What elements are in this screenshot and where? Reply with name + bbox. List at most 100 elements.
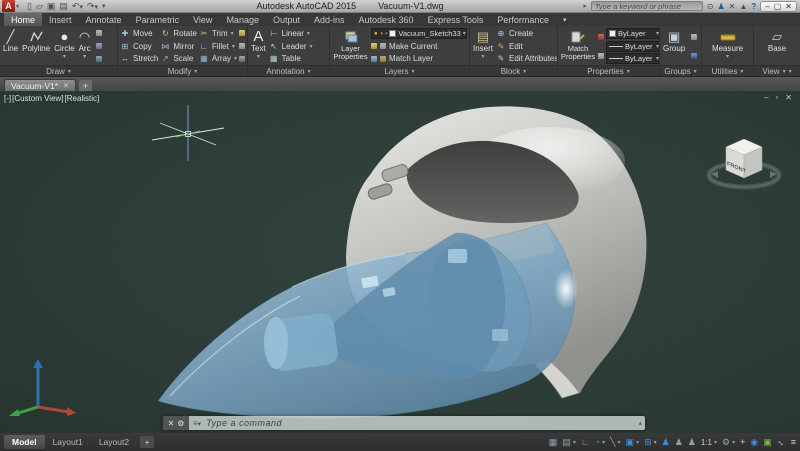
drawing-minimize-icon[interactable]: – <box>764 93 768 102</box>
circle-button[interactable]: ● Circle▾ <box>53 27 75 65</box>
trim-button[interactable]: ✂Trim ▾ <box>199 28 237 39</box>
move-button[interactable]: ✚Move <box>120 28 158 39</box>
visual-style-control[interactable]: [Realistic] <box>65 94 100 103</box>
panel-overflow-caret-icon[interactable]: ▾ <box>789 68 792 75</box>
drawing-restore-icon[interactable]: ▫ <box>775 93 778 102</box>
panel-label-utilities[interactable]: Utilities▾ <box>702 65 753 76</box>
open-folder-icon[interactable]: ▱ <box>36 1 43 12</box>
chevron-down-icon[interactable]: ▾ <box>656 43 659 50</box>
chevron-down-icon[interactable]: ▾ <box>573 439 576 446</box>
chevron-down-icon[interactable]: ▾ <box>307 30 310 37</box>
tab-output[interactable]: Output <box>266 13 307 26</box>
viewcube[interactable]: FRONT <box>702 123 786 199</box>
stretch-button[interactable]: ↔Stretch <box>120 53 158 64</box>
arc-button[interactable]: ◠ Arc▾ <box>78 27 92 65</box>
new-file-icon[interactable]: ▯ <box>27 1 32 12</box>
tab-layout1[interactable]: Layout1 <box>45 435 91 449</box>
panel-label-view[interactable]: View▾ ▾ <box>754 65 800 76</box>
chevron-down-icon[interactable]: ▾ <box>231 30 234 37</box>
linear-dimension-button[interactable]: ⊢Linear ▾ <box>269 28 313 39</box>
chevron-down-icon[interactable]: ▾ <box>654 439 657 446</box>
color-list-icon[interactable] <box>598 34 604 40</box>
ribbon-options-caret-icon[interactable]: ▾ <box>556 13 574 26</box>
mirror-button[interactable]: ⋈Mirror <box>160 41 197 52</box>
match-layer-button[interactable]: Match Layer <box>371 53 467 64</box>
leader-button[interactable]: ↖Leader ▾ <box>269 41 313 52</box>
minimize-icon[interactable]: – <box>765 2 769 11</box>
panel-label-block[interactable]: Block▾ <box>470 65 557 76</box>
copy-button[interactable]: ⊞Copy <box>120 41 158 52</box>
tab-performance[interactable]: Performance <box>490 13 556 26</box>
chevron-down-icon[interactable]: ▾ <box>618 439 621 446</box>
hardware-acceleration-icon[interactable]: ◉ <box>750 437 758 448</box>
chevron-down-icon[interactable]: ▾ <box>257 53 260 61</box>
ungroup-tool-icon[interactable] <box>691 34 697 40</box>
tab-insert[interactable]: Insert <box>42 13 79 26</box>
viewport-canvas[interactable]: [-] [Custom View] [Realistic] – ▫ ✕ FRON… <box>0 91 800 433</box>
chevron-down-icon[interactable]: ▾ <box>482 53 485 61</box>
object-color-dropdown[interactable]: ByLayer ▾ <box>606 28 660 39</box>
search-binoculars-icon[interactable]: ⊙ <box>707 2 714 11</box>
annotation-visibility-icon[interactable]: ♟ <box>662 437 670 448</box>
tab-parametric[interactable]: Parametric <box>129 13 187 26</box>
grid-display-icon[interactable]: ▦ <box>549 437 558 448</box>
workspace-switching-gear-icon[interactable]: ⚙ <box>722 437 730 448</box>
3d-object-snap-icon[interactable]: ⊞ <box>644 437 652 448</box>
chevron-down-icon[interactable]: ▾ <box>63 53 66 61</box>
search-input[interactable] <box>591 1 703 11</box>
erase-tool-icon[interactable] <box>239 30 245 36</box>
new-drawing-tab-button[interactable]: + <box>79 80 92 91</box>
isometric-drafting-icon[interactable]: ╲ <box>610 437 615 448</box>
chevron-down-icon[interactable]: ▾ <box>83 53 86 61</box>
panel-label-layers[interactable]: Layers▾ <box>330 65 469 76</box>
array-button[interactable]: ▦Array ▾ <box>199 53 237 64</box>
redo-icon[interactable]: ↷▾ <box>87 1 98 12</box>
qat-customize-caret-icon[interactable]: ▾ <box>102 2 106 10</box>
tab-layout2[interactable]: Layout2 <box>91 435 137 449</box>
command-line[interactable]: ✕ ⚙ ≡▾ Type a command ▴ <box>163 416 645 430</box>
search-scope-caret-icon[interactable]: ▸ <box>583 2 587 10</box>
chevron-down-icon[interactable]: ▾ <box>232 43 235 50</box>
panel-label-annotation[interactable]: Annotation▾ <box>248 65 329 76</box>
edit-attributes-button[interactable]: ✎Edit Attributes ▾ <box>496 53 558 64</box>
ortho-mode-icon[interactable]: ∟ <box>581 437 590 447</box>
annotation-scale-value[interactable]: 1:1 <box>701 438 712 447</box>
base-button[interactable]: ▱ Base <box>767 27 787 65</box>
linetype-list-icon[interactable] <box>598 53 604 59</box>
measure-button[interactable]: Measure▾ <box>711 27 744 65</box>
scale-button[interactable]: ↗Scale <box>160 53 197 64</box>
match-properties-button[interactable]: Match Properties <box>560 27 596 65</box>
tab-view[interactable]: View <box>186 13 219 26</box>
exchange-apps-icon[interactable]: ✕ <box>729 2 736 11</box>
create-block-button[interactable]: ⊕Create <box>496 28 558 39</box>
customization-menu-icon[interactable]: ≡ <box>791 437 796 447</box>
explode-tool-icon[interactable] <box>239 43 245 49</box>
help-icon[interactable]: ? <box>751 2 756 11</box>
rotate-button[interactable]: ↻Rotate <box>160 28 197 39</box>
autocad-logo[interactable]: A <box>2 0 15 12</box>
chevron-down-icon[interactable]: ▾ <box>726 53 729 61</box>
panel-label-modify[interactable]: Modify▾ <box>118 65 247 76</box>
offset-tool-icon[interactable] <box>239 56 245 62</box>
app-menu-caret-icon[interactable]: ▾ <box>16 3 19 10</box>
plot-icon[interactable]: ▤ <box>59 1 68 12</box>
make-current-button[interactable]: Make Current <box>371 41 467 52</box>
tab-express-tools[interactable]: Express Tools <box>421 13 491 26</box>
clean-screen-icon[interactable]: ↔ <box>775 435 788 448</box>
tab-add-ins[interactable]: Add-ins <box>307 13 352 26</box>
undo-icon[interactable]: ↶▾ <box>72 1 83 12</box>
command-customize-wrench-icon[interactable]: ⚙ <box>177 419 184 428</box>
chevron-down-icon[interactable]: ▾ <box>732 439 735 446</box>
panel-label-draw[interactable]: Draw▾ <box>0 65 117 76</box>
chevron-down-icon[interactable]: ▾ <box>636 439 639 446</box>
layer-properties-button[interactable]: Layer Properties <box>332 27 369 65</box>
chevron-down-icon[interactable]: ▾ <box>463 30 466 37</box>
isolate-objects-icon[interactable]: ▣ <box>763 437 772 448</box>
layer-dropdown[interactable]: ● ◑ ▪ Vacuum_Sketch33 ▾ <box>371 28 467 39</box>
hatch-tool-icon[interactable] <box>96 56 102 62</box>
close-icon[interactable]: ✕ <box>785 2 792 11</box>
text-button[interactable]: A Text▾ <box>250 27 267 65</box>
drawing-tab-active[interactable]: Vacuum-V1* ✕ <box>4 79 76 91</box>
group-edit-tool-icon[interactable] <box>691 53 697 59</box>
line-button[interactable]: ╱ Line <box>2 27 19 65</box>
